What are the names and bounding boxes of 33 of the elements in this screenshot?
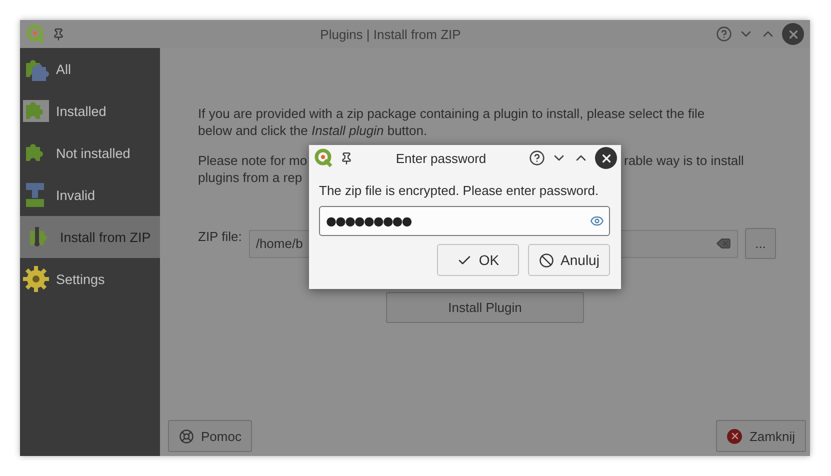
- note-text: rable way is to install: [624, 152, 744, 169]
- sidebar-item[interactable]: Invalid: [20, 174, 160, 216]
- sidebar-item[interactable]: Not installed: [20, 132, 160, 174]
- close-icon[interactable]: [595, 147, 617, 169]
- close-button[interactable]: Zamknij: [716, 420, 806, 452]
- window-title: Plugins | Install from ZIP: [319, 26, 462, 42]
- sidebar-item[interactable]: All: [20, 48, 160, 90]
- note-text: plugins from a rep: [198, 169, 302, 186]
- cancel-button[interactable]: Anuluj: [528, 244, 610, 276]
- close-circle-icon: [727, 428, 742, 444]
- intro-text: If you are provided with a zip package containing a plugin to install, please select the file below and click the Install plugin button.: [198, 105, 706, 139]
- clear-icon[interactable]: [716, 236, 731, 251]
- logo-icon: [314, 148, 334, 168]
- help-button[interactable]: Pomoc: [168, 420, 252, 452]
- gear-icon: [22, 265, 50, 293]
- sidebar-item[interactable]: Installed: [20, 90, 160, 132]
- help-icon[interactable]: [529, 150, 545, 166]
- cancel-icon: [538, 252, 554, 268]
- puzzle-icon: [22, 97, 50, 125]
- lifebuoy-icon: [179, 428, 194, 444]
- dialog-title: Enter password: [394, 150, 488, 166]
- dialog-message: The zip file is encrypted. Please enter password.: [319, 183, 599, 198]
- sidebar-item[interactable]: Install from ZIP: [20, 216, 160, 258]
- pin-icon[interactable]: [340, 152, 353, 164]
- browse-button[interactable]: ...: [745, 228, 776, 259]
- install-plugin-button[interactable]: Install Plugin: [386, 292, 584, 323]
- password-field[interactable]: ●●●●●●●●●: [319, 206, 610, 236]
- logo-icon: [26, 24, 46, 44]
- sidebar-item[interactable]: Settings: [20, 258, 160, 300]
- eye-icon[interactable]: [590, 214, 604, 228]
- zip-file-label: ZIP file:: [198, 228, 242, 245]
- note-text: Please note for mo: [198, 152, 308, 169]
- ok-button[interactable]: OK: [437, 244, 519, 276]
